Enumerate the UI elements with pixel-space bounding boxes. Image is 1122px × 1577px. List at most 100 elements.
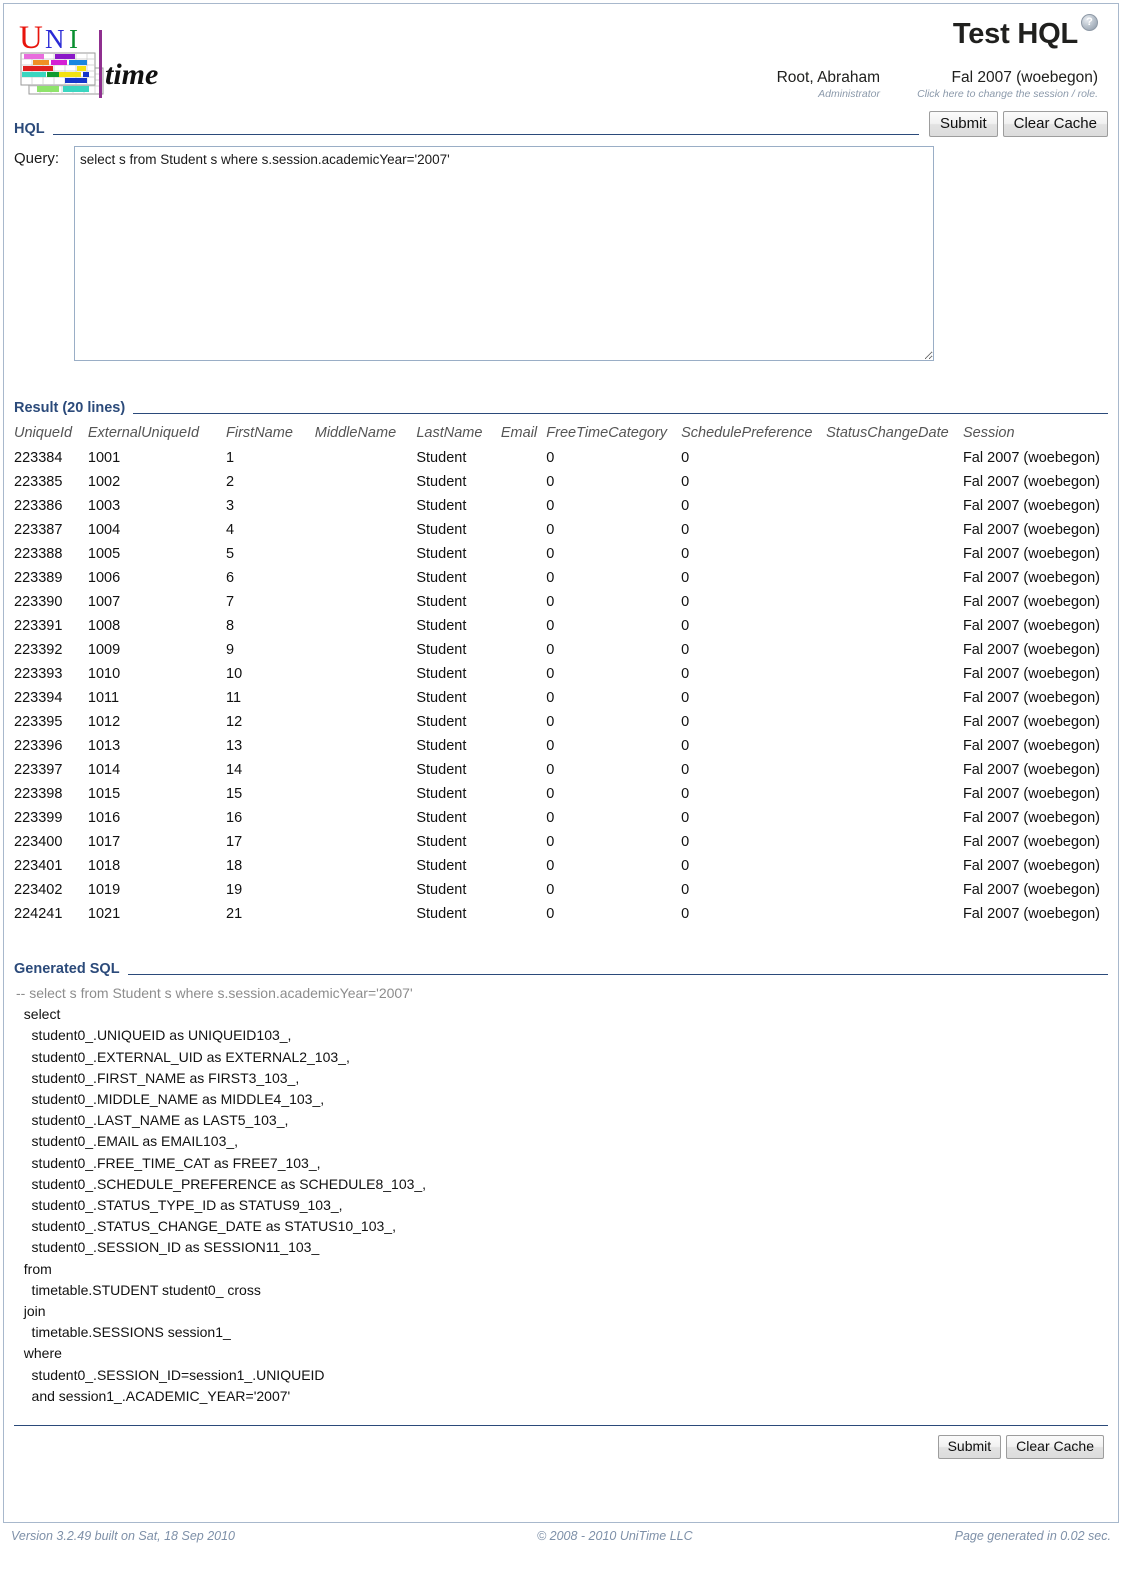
page-frame: U N I time Test HQL ? Root, Abraham Admi… [3,3,1119,1523]
cell-lastname: Student [416,714,467,730]
session-change-hint: Click here to change the session / role. [917,88,1098,100]
cell-uniqueid: 223390 [14,594,63,610]
sql-body: select student0_.UNIQUEID as UNIQUEID103… [23,1006,427,1404]
page-title: Test HQL [952,18,1078,50]
cell-schedulepreference: 0 [681,906,690,922]
table-row: 223392 1009 9 Student 0 0 Fal 2007 (woebegon) [14,638,1108,662]
cell-firstname: 21 [226,906,243,922]
sql-comment-line: -- select s from Student s where s.sessi… [16,985,413,1001]
cell-email [501,686,546,710]
cell-email [501,566,546,590]
cell-freetimecategory: 0 [546,666,555,682]
cell-statuschangedate [826,878,963,902]
cell-middlename [315,686,417,710]
cell-externaluniqueid: 1015 [87,786,121,802]
cell-middlename [315,662,417,686]
cell-uniqueid: 223387 [14,522,63,538]
cell-schedulepreference: 0 [681,498,690,514]
cell-firstname: 11 [226,690,242,706]
table-row: 223398 1015 15 Student 0 0 Fal 2007 (woebegon) [14,782,1108,806]
cell-email [501,638,546,662]
cell-uniqueid: 223389 [14,570,63,586]
cell-middlename [315,758,417,782]
table-row: 224241 1021 21 Student 0 0 Fal 2007 (woebegon) [14,902,1108,926]
column-header-statuschangedate: StatusChangeDate [826,425,949,441]
table-row: 223393 1010 10 Student 0 0 Fal 2007 (woebegon) [14,662,1108,686]
hql-toolbar: Submit Clear Cache [928,111,1108,137]
cell-middlename [315,614,417,638]
cell-statuschangedate [826,830,963,854]
cell-firstname: 8 [226,618,235,634]
cell-firstname: 12 [226,714,243,730]
cell-statuschangedate [826,446,963,470]
submit-button-bottom[interactable]: Submit [937,1435,1002,1460]
cell-statuschangedate [826,710,963,734]
sql-section-rule [127,974,1108,975]
cell-externaluniqueid: 1017 [87,834,121,850]
cell-uniqueid: 223400 [14,834,63,850]
cell-middlename [315,638,417,662]
unitime-logo[interactable]: U N I time [15,16,165,102]
submit-button-top[interactable]: Submit [928,111,998,137]
table-row: 223385 1002 2 Student 0 0 Fal 2007 (woebegon) [14,470,1108,494]
cell-lastname: Student [416,642,467,658]
cell-session: Fal 2007 (woebegon) [962,834,1100,850]
hql-section-title: HQL [14,121,45,137]
cell-uniqueid: 223392 [14,642,63,658]
result-section-header: Result (20 lines) [14,387,1108,417]
table-row: 223387 1004 4 Student 0 0 Fal 2007 (woebegon) [14,518,1108,542]
cell-uniqueid: 223397 [14,762,63,778]
cell-session: Fal 2007 (woebegon) [962,618,1100,634]
cell-lastname: Student [416,690,467,706]
query-input[interactable] [74,146,934,361]
cell-schedulepreference: 0 [681,858,690,874]
cell-lastname: Student [416,786,467,802]
cell-firstname: 4 [226,522,235,538]
cell-session: Fal 2007 (woebegon) [962,882,1100,898]
hql-section-rule [52,134,919,135]
footer-version: Version 3.2.49 built on Sat, 18 Sep 2010 [11,1529,236,1543]
cell-externaluniqueid: 1013 [87,738,121,754]
cell-uniqueid: 223385 [14,474,63,490]
cell-statuschangedate [826,494,963,518]
cell-freetimecategory: 0 [546,834,555,850]
cell-firstname: 14 [226,762,243,778]
svg-text:N: N [45,24,65,54]
cell-uniqueid: 223401 [14,858,63,874]
unitime-logo-icon: U N I time [19,20,158,98]
cell-lastname: Student [416,906,467,922]
result-table-body: 223384 1001 1 Student 0 0 Fal 2007 (woebegon) 2… [14,446,1108,926]
cell-externaluniqueid: 1014 [87,762,121,778]
user-name: Root, Abraham [776,69,880,86]
cell-lastname: Student [416,858,467,874]
cell-externaluniqueid: 1012 [87,714,121,730]
page-header: U N I time Test HQL ? Root, Abraham Admi… [4,4,1118,108]
cell-lastname: Student [416,474,467,490]
page-root: U N I time Test HQL ? Root, Abraham Admi… [0,0,1122,1577]
cell-middlename [315,830,417,854]
cell-externaluniqueid: 1019 [87,882,121,898]
cell-externaluniqueid: 1009 [87,642,121,658]
cell-firstname: 17 [226,834,243,850]
cell-session: Fal 2007 (woebegon) [962,642,1100,658]
cell-session: Fal 2007 (woebegon) [962,570,1100,586]
cell-lastname: Student [416,834,467,850]
cell-uniqueid: 223398 [14,786,63,802]
column-header-firstname: FirstName [226,425,293,441]
generated-sql-block: -- select s from Student s where s.sessi… [14,983,1108,1407]
cell-freetimecategory: 0 [546,786,555,802]
cell-externaluniqueid: 1007 [87,594,121,610]
cell-session: Fal 2007 (woebegon) [962,858,1100,874]
session-switcher[interactable]: Fal 2007 (woebegon) Click here to change… [868,69,1098,100]
cell-email [501,662,546,686]
cell-firstname: 13 [226,738,243,754]
clear-cache-button-bottom[interactable]: Clear Cache [1006,1435,1104,1460]
cell-firstname: 19 [226,882,243,898]
cell-schedulepreference: 0 [681,690,690,706]
help-icon[interactable]: ? [1081,14,1098,31]
cell-freetimecategory: 0 [546,570,555,586]
cell-middlename [315,518,417,542]
clear-cache-button-top[interactable]: Clear Cache [1002,111,1108,137]
cell-session: Fal 2007 (woebegon) [962,546,1100,562]
result-section-rule [133,413,1108,414]
